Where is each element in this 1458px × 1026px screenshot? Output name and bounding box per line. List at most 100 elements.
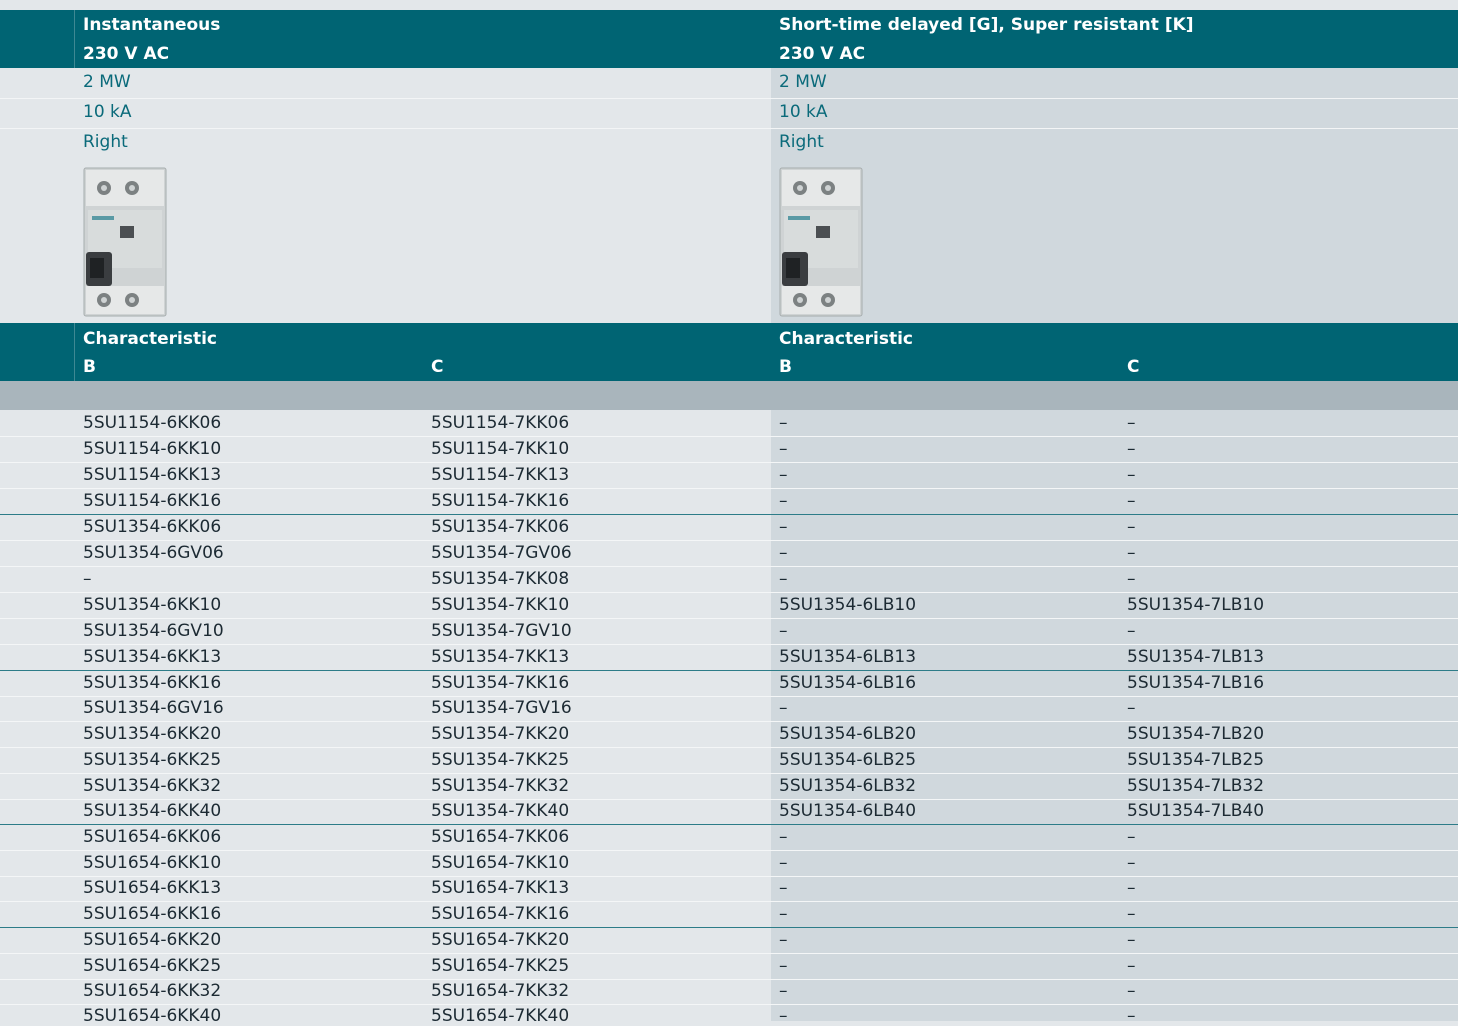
right-col-b-header: B <box>779 357 792 377</box>
cell-right-b: – <box>779 621 788 641</box>
cell-left-b: 5SU1654-6KK13 <box>83 878 222 898</box>
cell-left-b: 5SU1354-6GV16 <box>83 698 224 718</box>
cell-left-b: 5SU1654-6KK10 <box>83 853 222 873</box>
cell-left-c: 5SU1154-7KK13 <box>431 465 570 485</box>
table-row: 5SU1654-6KK25 5SU1654-7KK25 – – <box>0 953 1458 980</box>
cell-left-b: 5SU1354-6KK40 <box>83 801 222 821</box>
cell-right-c: – <box>1127 956 1136 976</box>
left-breaking-capacity: 10 kA <box>83 102 132 122</box>
cell-right-b: – <box>779 698 788 718</box>
cell-left-c: 5SU1354-7GV06 <box>431 543 572 563</box>
cell-left-b: – <box>83 569 92 589</box>
cell-right-b: – <box>779 413 788 433</box>
cell-right-b: – <box>779 878 788 898</box>
cell-right-b: 5SU1354-6LB25 <box>779 750 917 770</box>
left-characteristic-label: Characteristic <box>83 329 217 349</box>
cell-left-b: 5SU1354-6KK13 <box>83 647 222 667</box>
cell-right-c: – <box>1127 878 1136 898</box>
cell-right-c: 5SU1354-7LB10 <box>1127 595 1265 615</box>
cell-right-b: 5SU1354-6LB10 <box>779 595 917 615</box>
right-characteristic-label: Characteristic <box>779 329 913 349</box>
right-rating: 2 MW <box>779 72 827 92</box>
cell-right-b: – <box>779 827 788 847</box>
cell-left-c: 5SU1654-7KK13 <box>431 878 570 898</box>
cell-left-b: 5SU1354-6KK20 <box>83 724 222 744</box>
cell-right-b: – <box>779 491 788 511</box>
right-col-c-header: C <box>1127 357 1140 377</box>
cell-left-c: 5SU1654-7KK20 <box>431 930 570 950</box>
cell-left-b: 5SU1654-6KK32 <box>83 981 222 1001</box>
left-breaker-image <box>83 167 167 317</box>
cell-right-c: – <box>1127 853 1136 873</box>
table-row: 5SU1654-6KK13 5SU1654-7KK13 – – <box>0 875 1458 902</box>
table-row: 5SU1354-6KK20 5SU1354-7KK20 5SU1354-6LB20 5… <box>0 721 1458 748</box>
cell-left-c: 5SU1654-7KK32 <box>431 981 570 1001</box>
header-divider <box>74 10 75 68</box>
characteristic-header-divider <box>74 323 75 381</box>
table-row: 5SU1354-6KK10 5SU1354-7KK10 5SU1354-6LB10 5… <box>0 592 1458 619</box>
cell-left-c: 5SU1654-7KK10 <box>431 853 570 873</box>
cell-right-b: 5SU1354-6LB13 <box>779 647 917 667</box>
cell-left-b: 5SU1354-6KK32 <box>83 776 222 796</box>
table-row: 5SU1354-6KK13 5SU1354-7KK13 5SU1354-6LB13 5… <box>0 644 1458 671</box>
cell-right-c: – <box>1127 543 1136 563</box>
cell-left-c: 5SU1154-7KK10 <box>431 439 570 459</box>
cell-right-b: 5SU1354-6LB32 <box>779 776 917 796</box>
section-separator <box>0 381 1458 410</box>
cell-right-b: 5SU1354-6LB16 <box>779 673 917 693</box>
cell-left-b: 5SU1354-6KK16 <box>83 673 222 693</box>
table-row: 5SU1354-6KK16 5SU1354-7KK16 5SU1354-6LB16 5… <box>0 670 1458 697</box>
right-type-label: Short-time delayed [G], Super resistant … <box>779 15 1194 35</box>
cell-left-c: 5SU1354-7KK20 <box>431 724 570 744</box>
table-row: 5SU1654-6KK32 5SU1654-7KK32 – – <box>0 978 1458 1005</box>
cell-left-b: 5SU1154-6KK10 <box>83 439 222 459</box>
table-row: 5SU1354-6KK25 5SU1354-7KK25 5SU1354-6LB25 5… <box>0 747 1458 774</box>
table-row: 5SU1654-6KK40 5SU1654-7KK40 – – <box>0 1003 1458 1026</box>
cell-right-b: – <box>779 930 788 950</box>
cell-right-b: – <box>779 904 788 924</box>
left-voltage-label: 230 V AC <box>83 44 170 64</box>
table-row: – 5SU1354-7KK08 – – <box>0 566 1458 593</box>
cell-right-c: – <box>1127 465 1136 485</box>
right-orientation: Right <box>779 132 824 152</box>
cell-right-c: – <box>1127 413 1136 433</box>
cell-right-b: – <box>779 853 788 873</box>
breaking-capacity-row: 10 kA 10 kA <box>0 98 1458 129</box>
cell-left-c: 5SU1654-7KK16 <box>431 904 570 924</box>
cell-left-b: 5SU1654-6KK25 <box>83 956 222 976</box>
cell-right-c: – <box>1127 827 1136 847</box>
product-type-header: Instantaneous 230 V AC Short-time delaye… <box>0 10 1458 68</box>
cell-right-c: – <box>1127 569 1136 589</box>
cell-left-c: 5SU1654-7KK25 <box>431 956 570 976</box>
table-row: 5SU1154-6KK10 5SU1154-7KK10 – – <box>0 436 1458 463</box>
cell-right-c: – <box>1127 930 1136 950</box>
cell-right-b: – <box>779 981 788 1001</box>
cell-left-b: 5SU1654-6KK20 <box>83 930 222 950</box>
left-type-label: Instantaneous <box>83 15 221 35</box>
cell-right-c: 5SU1354-7LB32 <box>1127 776 1265 796</box>
cell-right-c: – <box>1127 439 1136 459</box>
table-row: 5SU1354-6KK06 5SU1354-7KK06 – – <box>0 514 1458 541</box>
orientation-row: Right Right <box>0 128 1458 158</box>
table-row: 5SU1654-6KK10 5SU1654-7KK10 – – <box>0 850 1458 877</box>
cell-left-c: 5SU1354-7GV10 <box>431 621 572 641</box>
table-row: 5SU1654-6KK06 5SU1654-7KK06 – – <box>0 824 1458 851</box>
cell-left-c: 5SU1354-7KK08 <box>431 569 570 589</box>
characteristic-header: Characteristic B C Characteristic B C <box>0 323 1458 381</box>
cell-right-b: – <box>779 569 788 589</box>
right-voltage-label: 230 V AC <box>779 44 866 64</box>
table-row: 5SU1354-6GV06 5SU1354-7GV06 – – <box>0 540 1458 567</box>
cell-left-b: 5SU1654-6KK06 <box>83 827 222 847</box>
table-row: 5SU1154-6KK06 5SU1154-7KK06 – – <box>0 410 1458 437</box>
cell-left-b: 5SU1654-6KK16 <box>83 904 222 924</box>
cell-left-c: 5SU1354-7KK10 <box>431 595 570 615</box>
product-image-row <box>0 158 1458 323</box>
cell-left-c: 5SU1654-7KK06 <box>431 827 570 847</box>
cell-left-b: 5SU1154-6KK13 <box>83 465 222 485</box>
cell-left-c: 5SU1354-7KK16 <box>431 673 570 693</box>
cell-left-c: 5SU1354-7KK40 <box>431 801 570 821</box>
left-orientation: Right <box>83 132 128 152</box>
cell-right-c: – <box>1127 621 1136 641</box>
right-breaker-image <box>779 167 863 317</box>
cell-right-c: – <box>1127 1006 1136 1026</box>
